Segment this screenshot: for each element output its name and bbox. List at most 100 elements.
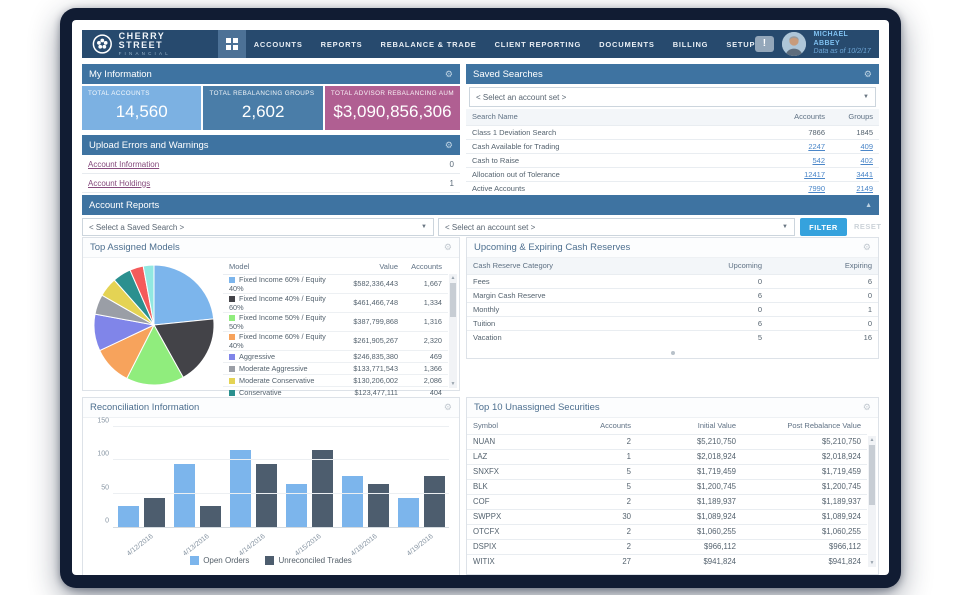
dashboard-home-tab[interactable] <box>217 30 246 58</box>
table-row[interactable]: Aggressive $246,835,380 469 <box>223 349 448 362</box>
table-row[interactable]: OTCFX 2 $1,060,255 $1,060,255 <box>467 523 867 539</box>
col-expiring[interactable]: Expiring <box>768 258 878 274</box>
stat-card[interactable]: TOTAL REBALANCING GROUPS 2,602 <box>203 86 323 130</box>
models-scrollbar[interactable]: ▲ ▼ <box>449 274 457 388</box>
table-row[interactable]: Fixed Income 60% / Equity 40% $582,336,4… <box>223 273 448 293</box>
reconciliation-bar-chart[interactable]: 0 50 100 150 4/12/2016 4/13/2016 4/14/2016 4/1… <box>83 418 459 574</box>
bar[interactable] <box>285 483 307 527</box>
table-row[interactable]: LAZ 1 $2,018,924 $2,018,924 <box>467 448 867 464</box>
table-row[interactable]: Moderate Aggressive $133,771,543 1,366 <box>223 361 448 374</box>
bar[interactable] <box>341 475 363 527</box>
count-link[interactable]: 3441 <box>856 170 873 179</box>
table-row[interactable]: COF 2 $1,189,937 $1,189,937 <box>467 493 867 509</box>
table-row[interactable]: SWPPX 30 $1,089,924 $1,089,924 <box>467 508 867 524</box>
unassigned-scrollbar[interactable]: ▲ ▼ <box>868 436 876 567</box>
bar[interactable] <box>255 463 277 527</box>
gear-icon[interactable]: ⚙ <box>864 69 872 79</box>
table-row[interactable]: Allocation out of Tolerance 12417 3441 <box>466 166 879 181</box>
legend-item[interactable]: Unreconciled Trades <box>265 556 352 565</box>
count-link[interactable]: 7990 <box>808 184 825 193</box>
nav-item-accounts[interactable]: ACCOUNTS <box>254 40 303 49</box>
upload-link[interactable]: Account Information <box>88 160 159 169</box>
table-row[interactable]: Moderate Conservative $130,206,002 2,086 <box>223 373 448 386</box>
nav-item-documents[interactable]: DOCUMENTS <box>599 40 655 49</box>
col-symbol[interactable]: Symbol <box>467 418 567 435</box>
bar[interactable] <box>423 475 445 527</box>
account-set-select[interactable]: < Select an account set > ▼ <box>469 87 876 107</box>
table-row[interactable]: Fixed Income 40% / Equity 60% $461,466,7… <box>223 292 448 312</box>
saved-search-select[interactable]: < Select a Saved Search > ▼ <box>82 218 434 236</box>
col-groups[interactable]: Groups <box>831 109 879 125</box>
table-row[interactable]: Monthly 01 <box>467 301 878 316</box>
table-row[interactable]: DSPIX 2 $966,112 $966,112 <box>467 538 867 554</box>
table-row[interactable]: BLK 5 $1,200,745 $1,200,745 <box>467 478 867 494</box>
gear-icon[interactable]: ⚙ <box>863 403 871 412</box>
scroll-down-icon[interactable]: ▼ <box>868 559 876 567</box>
col-accounts[interactable]: Accounts <box>773 109 831 125</box>
pager-dot[interactable] <box>670 351 675 355</box>
col-search-name[interactable]: Search Name <box>466 109 773 125</box>
col-accounts[interactable]: Accounts <box>404 260 448 275</box>
notification-alert-icon[interactable]: ! <box>755 35 774 52</box>
table-row[interactable]: NUAN 2 $5,210,750 $5,210,750 <box>467 433 867 449</box>
stat-card[interactable]: TOTAL ACCOUNTS 14,560 <box>82 86 202 130</box>
scroll-thumb[interactable] <box>450 283 456 317</box>
scroll-down-icon[interactable]: ▼ <box>449 380 457 388</box>
count-link[interactable]: 542 <box>812 156 825 165</box>
scroll-thumb[interactable] <box>869 445 875 505</box>
models-pie-chart[interactable]: Fixed Income 60% / Equity 40%Fixed Incom… <box>91 262 217 388</box>
table-row[interactable]: Cash to Raise 542 402 <box>466 152 879 167</box>
count-link[interactable]: 402 <box>860 156 873 165</box>
col-post-rebalance-value[interactable]: Post Rebalance Value <box>742 418 867 435</box>
col-category[interactable]: Cash Reserve Category <box>467 258 648 274</box>
table-row[interactable]: Fixed Income 50% / Equity 50% $387,799,8… <box>223 311 448 331</box>
col-initial-value[interactable]: Initial Value <box>637 418 742 435</box>
col-upcoming[interactable]: Upcoming <box>648 258 768 274</box>
brand-logo[interactable]: CHERRY STREET FINANCIAL <box>82 31 218 57</box>
bar[interactable] <box>199 505 221 527</box>
collapse-chevron-icon[interactable]: ▲ <box>865 202 872 209</box>
user-avatar[interactable] <box>781 31 806 56</box>
table-row[interactable]: Margin Cash Reserve 60 <box>467 287 878 302</box>
bar[interactable] <box>117 505 139 527</box>
user-name[interactable]: MICHAEL ABBEY <box>814 31 871 48</box>
table-row[interactable]: Active Accounts 7990 2149 <box>466 180 879 195</box>
nav-item-rebalance-trade[interactable]: REBALANCE & TRADE <box>380 40 476 49</box>
gear-icon[interactable]: ⚙ <box>445 69 453 79</box>
upload-link[interactable]: Account Holdings <box>88 179 150 188</box>
table-row[interactable]: Cash Available for Trading 2247 409 <box>466 138 879 153</box>
gear-icon[interactable]: ⚙ <box>444 403 452 412</box>
bar[interactable] <box>173 463 195 527</box>
bar[interactable] <box>229 450 251 527</box>
table-row[interactable]: Fixed Income 60% / Equity 40% $261,905,2… <box>223 330 448 350</box>
count-link[interactable]: 2149 <box>856 184 873 193</box>
scroll-up-icon[interactable]: ▲ <box>868 436 876 444</box>
bar[interactable] <box>397 498 419 527</box>
pie-slice[interactable]: Fixed Income 60% / Equity 40% <box>153 264 215 326</box>
col-value[interactable]: Value <box>342 260 404 275</box>
account-set-select-2[interactable]: < Select an account set > ▼ <box>438 218 795 236</box>
col-model[interactable]: Model <box>223 260 342 275</box>
reset-button[interactable]: RESET <box>854 222 882 231</box>
bar[interactable] <box>143 498 165 527</box>
col-accounts[interactable]: Accounts <box>567 418 637 435</box>
nav-item-setup[interactable]: SETUP <box>726 40 755 49</box>
table-row[interactable]: Fees 06 <box>467 273 878 288</box>
count-link[interactable]: 12417 <box>804 170 825 179</box>
stat-card[interactable]: TOTAL ADVISOR REBALANCING AUM $3,090,856… <box>324 86 461 130</box>
nav-item-client-reporting[interactable]: CLIENT REPORTING <box>495 40 582 49</box>
nav-item-billing[interactable]: BILLING <box>673 40 709 49</box>
nav-item-reports[interactable]: REPORTS <box>321 40 363 49</box>
table-row[interactable]: WITIX 27 $941,824 $941,824 <box>467 553 867 569</box>
table-row[interactable]: Tuition 60 <box>467 315 878 330</box>
count-link[interactable]: 2247 <box>808 142 825 151</box>
filter-button[interactable]: FILTER <box>800 218 847 236</box>
count-link[interactable]: 409 <box>860 142 873 151</box>
bar[interactable] <box>367 483 389 527</box>
gear-icon[interactable]: ⚙ <box>445 140 453 150</box>
table-row[interactable]: Class 1 Deviation Search 7866 1845 <box>466 124 879 139</box>
table-row[interactable]: SNXFX 5 $1,719,459 $1,719,459 <box>467 463 867 479</box>
table-row[interactable]: Vacation 5 16 <box>467 329 878 344</box>
scroll-up-icon[interactable]: ▲ <box>449 274 457 282</box>
gear-icon[interactable]: ⚙ <box>863 243 871 252</box>
